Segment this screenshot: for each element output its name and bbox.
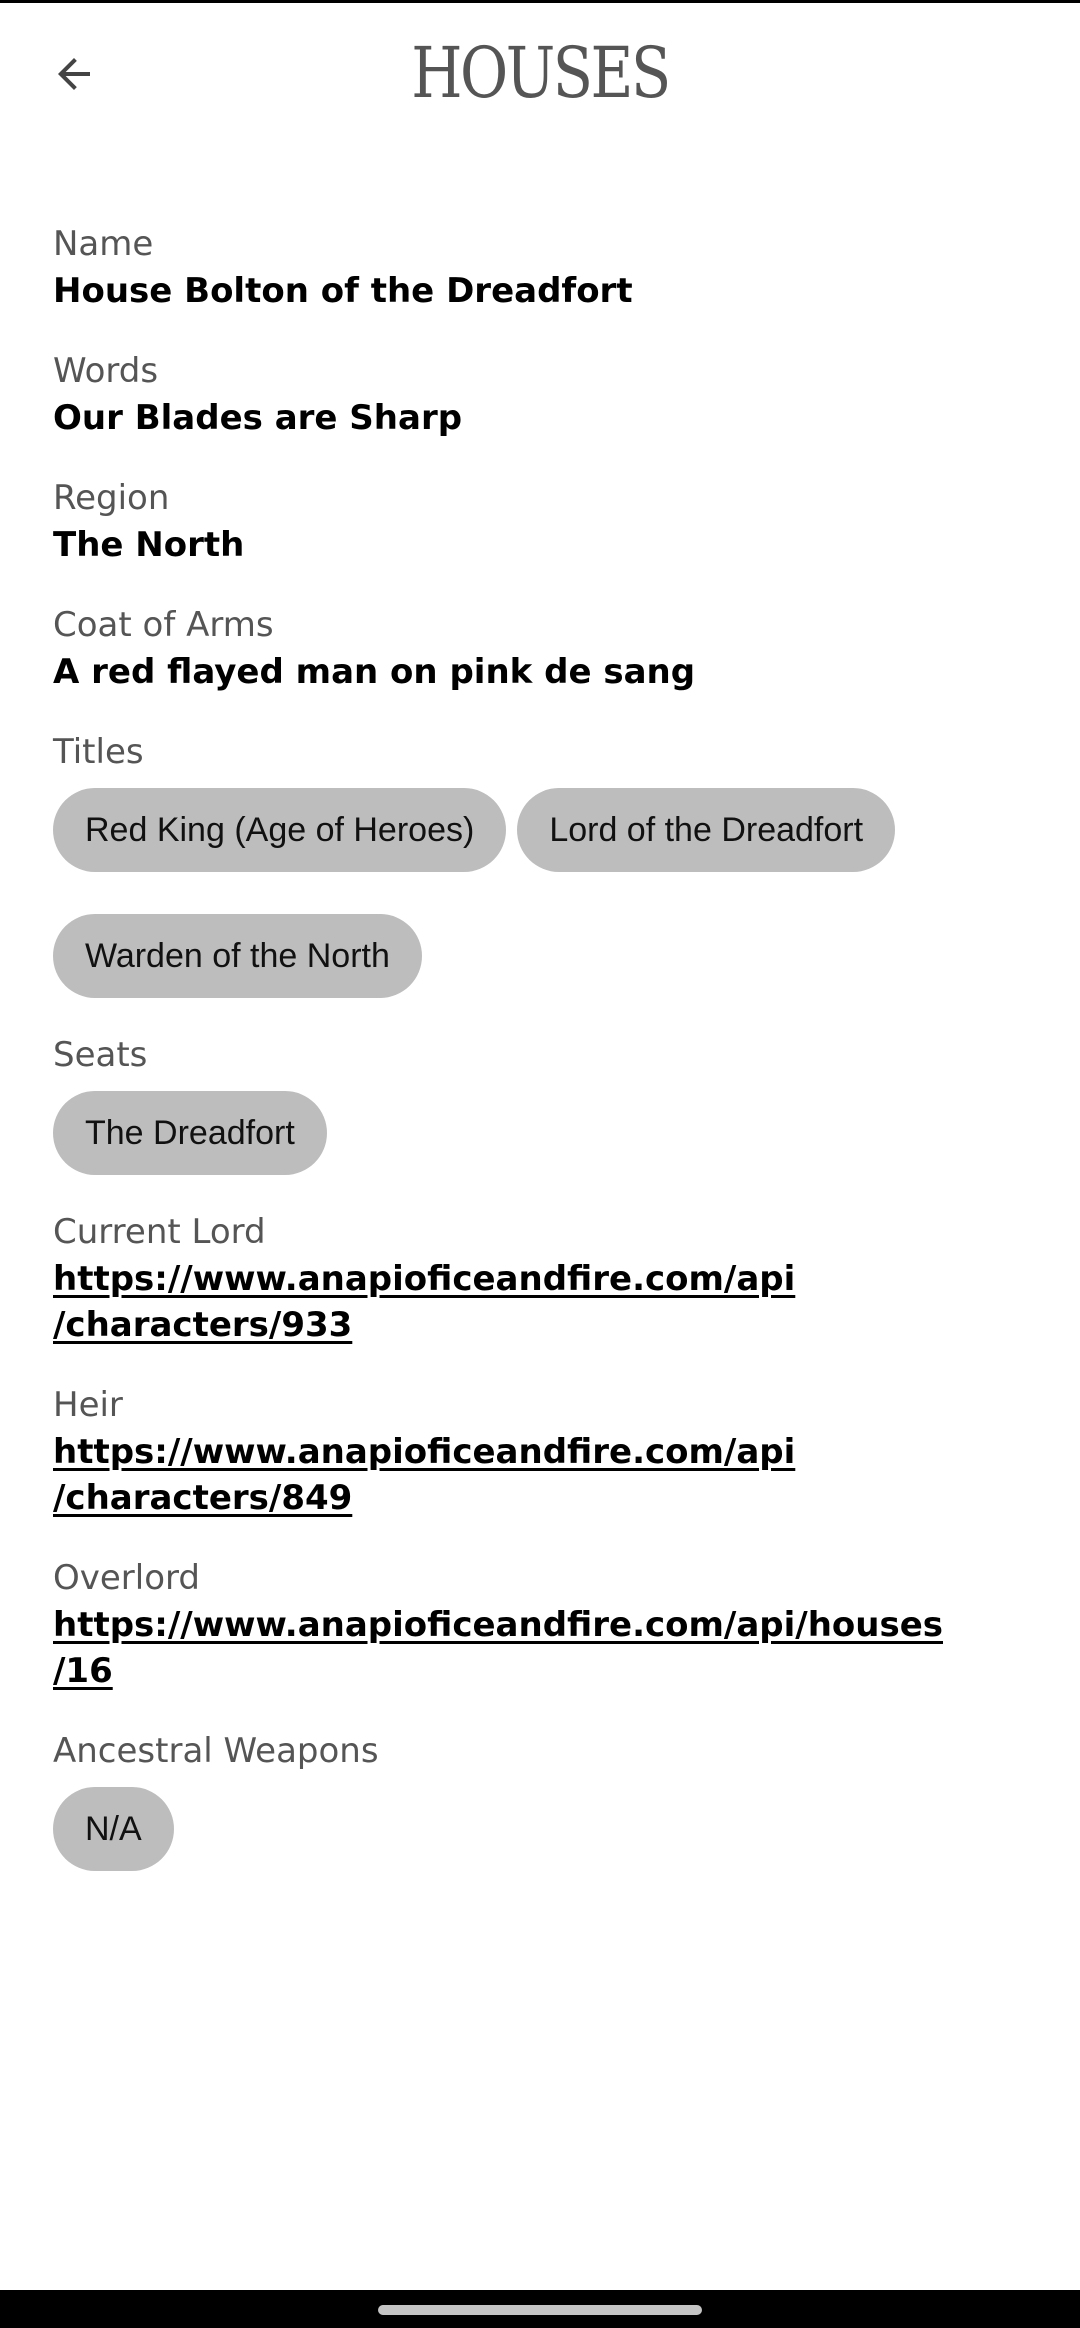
title-chip[interactable]: Red King (Age of Heroes) <box>53 788 507 872</box>
house-details: Name House Bolton of the Dreadfort Words… <box>53 220 1033 1871</box>
ancestral-weapons-field: Ancestral Weapons N/A <box>53 1727 1033 1871</box>
titles-label: Titles <box>53 732 144 772</box>
app-bar: HOUSES <box>0 3 1080 153</box>
ancestral-weapons-chip-group: N/A <box>53 1787 1033 1871</box>
heir-link[interactable]: https://www.anapioficeandfire.com/api /c… <box>53 1429 1033 1521</box>
ancestral-weapon-chip[interactable]: N/A <box>53 1787 174 1871</box>
home-gesture-handle[interactable] <box>378 2305 702 2315</box>
ancestral-weapons-label: Ancestral Weapons <box>53 1731 379 1771</box>
titles-chip-group: Red King (Age of Heroes) Lord of the Dre… <box>53 788 1033 998</box>
coat-of-arms-value: A red flayed man on pink de sang <box>53 652 696 692</box>
seats-label: Seats <box>53 1035 148 1075</box>
name-field: Name House Bolton of the Dreadfort <box>53 220 1033 314</box>
region-label: Region <box>53 478 170 518</box>
region-field: Region The North <box>53 474 1033 568</box>
coat-of-arms-field: Coat of Arms A red flayed man on pink de… <box>53 601 1033 695</box>
overlord-link[interactable]: https://www.anapioficeandfire.com/api/ho… <box>53 1602 1033 1694</box>
heir-link-line2: /characters/849 <box>53 1478 353 1518</box>
current-lord-link-line2: /characters/933 <box>53 1305 353 1345</box>
title-chip[interactable]: Warden of the North <box>53 914 422 998</box>
heir-field: Heir https://www.anapioficeandfire.com/a… <box>53 1381 1033 1521</box>
heir-label: Heir <box>53 1385 123 1425</box>
words-value: Our Blades are Sharp <box>53 398 463 438</box>
current-lord-label: Current Lord <box>53 1212 266 1252</box>
app-logo: HOUSES <box>411 32 671 114</box>
region-value: The North <box>53 525 245 565</box>
titles-field: Titles Red King (Age of Heroes) Lord of … <box>53 728 1033 998</box>
current-lord-field: Current Lord https://www.anapioficeandfi… <box>53 1208 1033 1348</box>
seats-chip-group: The Dreadfort <box>53 1091 1033 1175</box>
heir-link-line1: https://www.anapioficeandfire.com/api <box>53 1432 796 1472</box>
title-chip[interactable]: Lord of the Dreadfort <box>517 788 896 872</box>
overlord-link-line2: /16 <box>53 1651 113 1691</box>
coat-of-arms-label: Coat of Arms <box>53 605 274 645</box>
name-value: House Bolton of the Dreadfort <box>53 271 633 311</box>
seat-chip[interactable]: The Dreadfort <box>53 1091 327 1175</box>
seats-field: Seats The Dreadfort <box>53 1031 1033 1175</box>
overlord-field: Overlord https://www.anapioficeandfire.c… <box>53 1554 1033 1694</box>
system-navigation-bar <box>0 2290 1080 2328</box>
words-field: Words Our Blades are Sharp <box>53 347 1033 441</box>
current-lord-link[interactable]: https://www.anapioficeandfire.com/api /c… <box>53 1256 1033 1348</box>
words-label: Words <box>53 351 159 391</box>
overlord-link-line1: https://www.anapioficeandfire.com/api/ho… <box>53 1605 943 1645</box>
overlord-label: Overlord <box>53 1558 200 1598</box>
name-label: Name <box>53 224 154 264</box>
current-lord-link-line1: https://www.anapioficeandfire.com/api <box>53 1259 796 1299</box>
